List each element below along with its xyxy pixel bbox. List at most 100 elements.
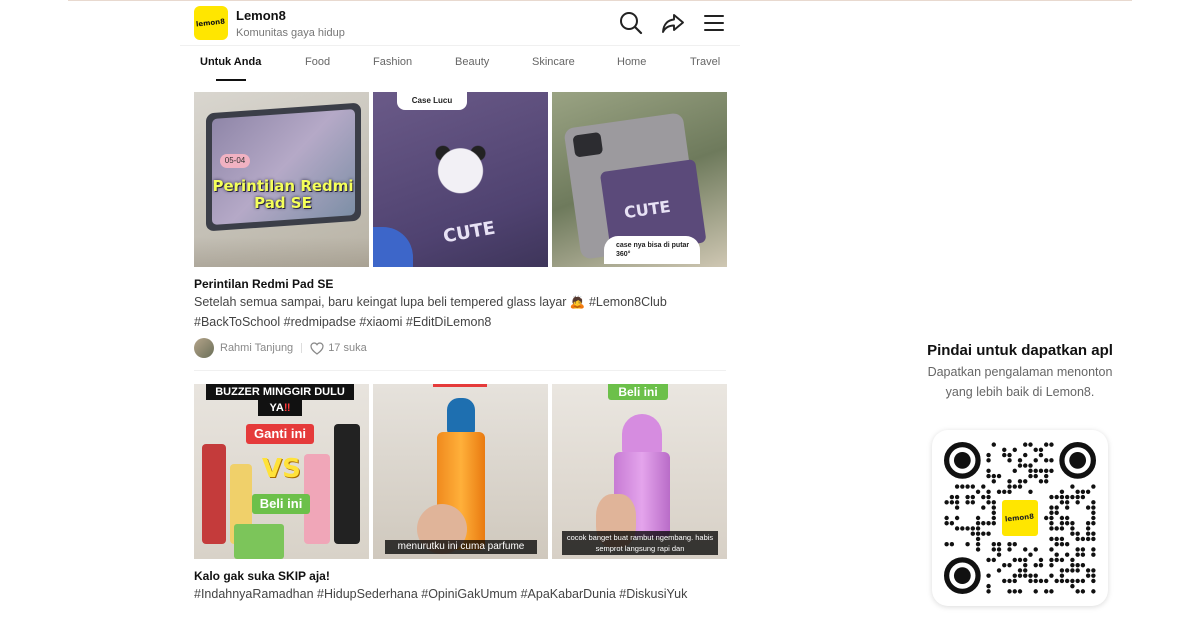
beli-ini-label: Beli ini	[608, 384, 668, 400]
heart-icon[interactable]	[310, 341, 324, 355]
lemon8-logo: lemon8	[999, 497, 1041, 539]
image-caption: cocok banget buat rambut ngembang. habis…	[562, 531, 718, 555]
qr-dot	[1049, 442, 1054, 447]
brand-name[interactable]: Lemon8	[236, 8, 286, 23]
qr-dot	[1007, 589, 1012, 594]
lemon8-logo[interactable]: lemon8	[194, 6, 228, 40]
qr-dot	[1049, 458, 1054, 463]
post-title[interactable]: Perintilan Redmi Pad SE	[194, 277, 333, 291]
qr-dot	[1070, 526, 1075, 531]
qr-dot	[1049, 547, 1054, 552]
qr-dot	[1038, 468, 1044, 474]
qr-dot	[1033, 473, 1038, 479]
post-image-case-back[interactable]: CUTE case nya bisa di putar 360°	[552, 92, 727, 267]
qr-dot	[1091, 531, 1096, 536]
post-image-case-front[interactable]: Case Lucu CUTE	[373, 92, 548, 267]
qr-dot	[1070, 557, 1075, 563]
qr-dot	[1075, 531, 1080, 536]
post-description[interactable]: #IndahnyaRamadhan #HidupSederhana #Opini…	[194, 584, 734, 604]
post-image-products[interactable]: BUZZER MINGGIR DULU YA‼ Ganti ini VS Bel…	[194, 384, 369, 559]
qr-dot	[1064, 542, 1070, 547]
qr-dot	[1075, 536, 1080, 542]
qr-dot	[1085, 489, 1091, 494]
qr-dot	[1075, 589, 1080, 594]
tab-beauty[interactable]: Beauty	[455, 56, 489, 68]
qr-dot	[1085, 536, 1091, 542]
qr-dot	[991, 510, 996, 515]
qr-dot	[1007, 484, 1012, 489]
menu-icon[interactable]	[701, 10, 727, 36]
qr-dot	[1091, 568, 1096, 573]
qr-dot	[981, 521, 986, 526]
qr-dot	[1033, 578, 1038, 584]
qr-dot	[1023, 463, 1028, 468]
post-title[interactable]: Kalo gak suka SKIP aja!	[194, 569, 330, 583]
qr-dot	[1007, 542, 1012, 547]
qr-dot	[1017, 484, 1023, 489]
qr-dot	[991, 500, 996, 505]
qr-dot	[986, 489, 991, 494]
qr-dot	[970, 531, 976, 536]
qr-dot	[1033, 468, 1038, 474]
qr-finder-center	[953, 567, 971, 585]
tab-home[interactable]: Home	[617, 56, 646, 68]
qr-dot	[991, 473, 996, 479]
qr-dot	[1059, 521, 1065, 526]
qr-dot	[1064, 500, 1070, 505]
brand-tagline: Komunitas gaya hidup	[236, 27, 345, 39]
tab-fashion[interactable]: Fashion	[373, 56, 412, 68]
qr-dot	[1059, 526, 1065, 531]
qr-dot	[1044, 458, 1049, 463]
author-name[interactable]: Rahmi Tanjung	[220, 342, 293, 354]
qr-dot	[1049, 494, 1054, 500]
qr-dot	[1007, 452, 1012, 458]
qr-dot	[1054, 536, 1059, 542]
qr-dot	[1070, 578, 1075, 584]
qr-dot	[981, 494, 986, 500]
avatar[interactable]	[194, 338, 214, 358]
qr-dot	[1044, 468, 1049, 474]
qr-dot	[965, 542, 970, 547]
qr-dot	[1070, 521, 1075, 526]
share-icon[interactable]	[660, 10, 686, 36]
qr-dot	[954, 494, 960, 500]
product-bottle	[334, 424, 360, 544]
tab-skincare[interactable]: Skincare	[532, 56, 575, 68]
qr-dot	[1017, 479, 1023, 484]
tab-travel[interactable]: Travel	[690, 56, 720, 68]
qr-dot	[1085, 568, 1091, 573]
qr-dot	[1070, 531, 1075, 536]
qr-dot	[1028, 552, 1033, 557]
qr-dot	[1028, 578, 1033, 584]
separator	[301, 343, 303, 353]
tab-food[interactable]: Food	[305, 56, 330, 68]
qr-dot	[991, 505, 996, 510]
qr-dot	[981, 505, 986, 510]
qr-dot	[996, 489, 1002, 494]
post-image-tablet[interactable]: 05-04 Perintilan Redmi Pad SE	[194, 92, 369, 267]
post-description[interactable]: Setelah semua sampai, baru keingat lupa …	[194, 292, 734, 332]
qr-dot	[1070, 583, 1075, 589]
qr-finder-center	[953, 451, 971, 469]
qr-dot	[1075, 578, 1080, 584]
qr-dot	[1080, 552, 1086, 557]
qr-dot	[1091, 505, 1096, 510]
buzzer-caption-ya: YA	[269, 402, 284, 414]
qr-dot	[1017, 573, 1023, 578]
qr-dot	[991, 542, 996, 547]
qr-dot	[1002, 578, 1007, 584]
qr-dot	[1049, 505, 1054, 510]
qr-dot	[986, 573, 991, 578]
qr-dot	[1049, 468, 1054, 474]
qr-dot	[1007, 562, 1012, 568]
qr-dot	[1091, 547, 1096, 552]
qr-dot	[944, 500, 949, 505]
post-image-spray[interactable]: menurutku ini cuma parfume	[373, 384, 548, 559]
tab-untuk-anda[interactable]: Untuk Anda	[200, 56, 261, 68]
qr-dot	[1023, 557, 1028, 563]
search-icon[interactable]	[618, 10, 644, 36]
qr-dot	[1033, 447, 1038, 453]
qr-dot	[986, 521, 991, 526]
qr-dot	[1054, 526, 1059, 531]
post-image-mist[interactable]: Beli ini cocok banget buat rambut ngemba…	[552, 384, 727, 559]
